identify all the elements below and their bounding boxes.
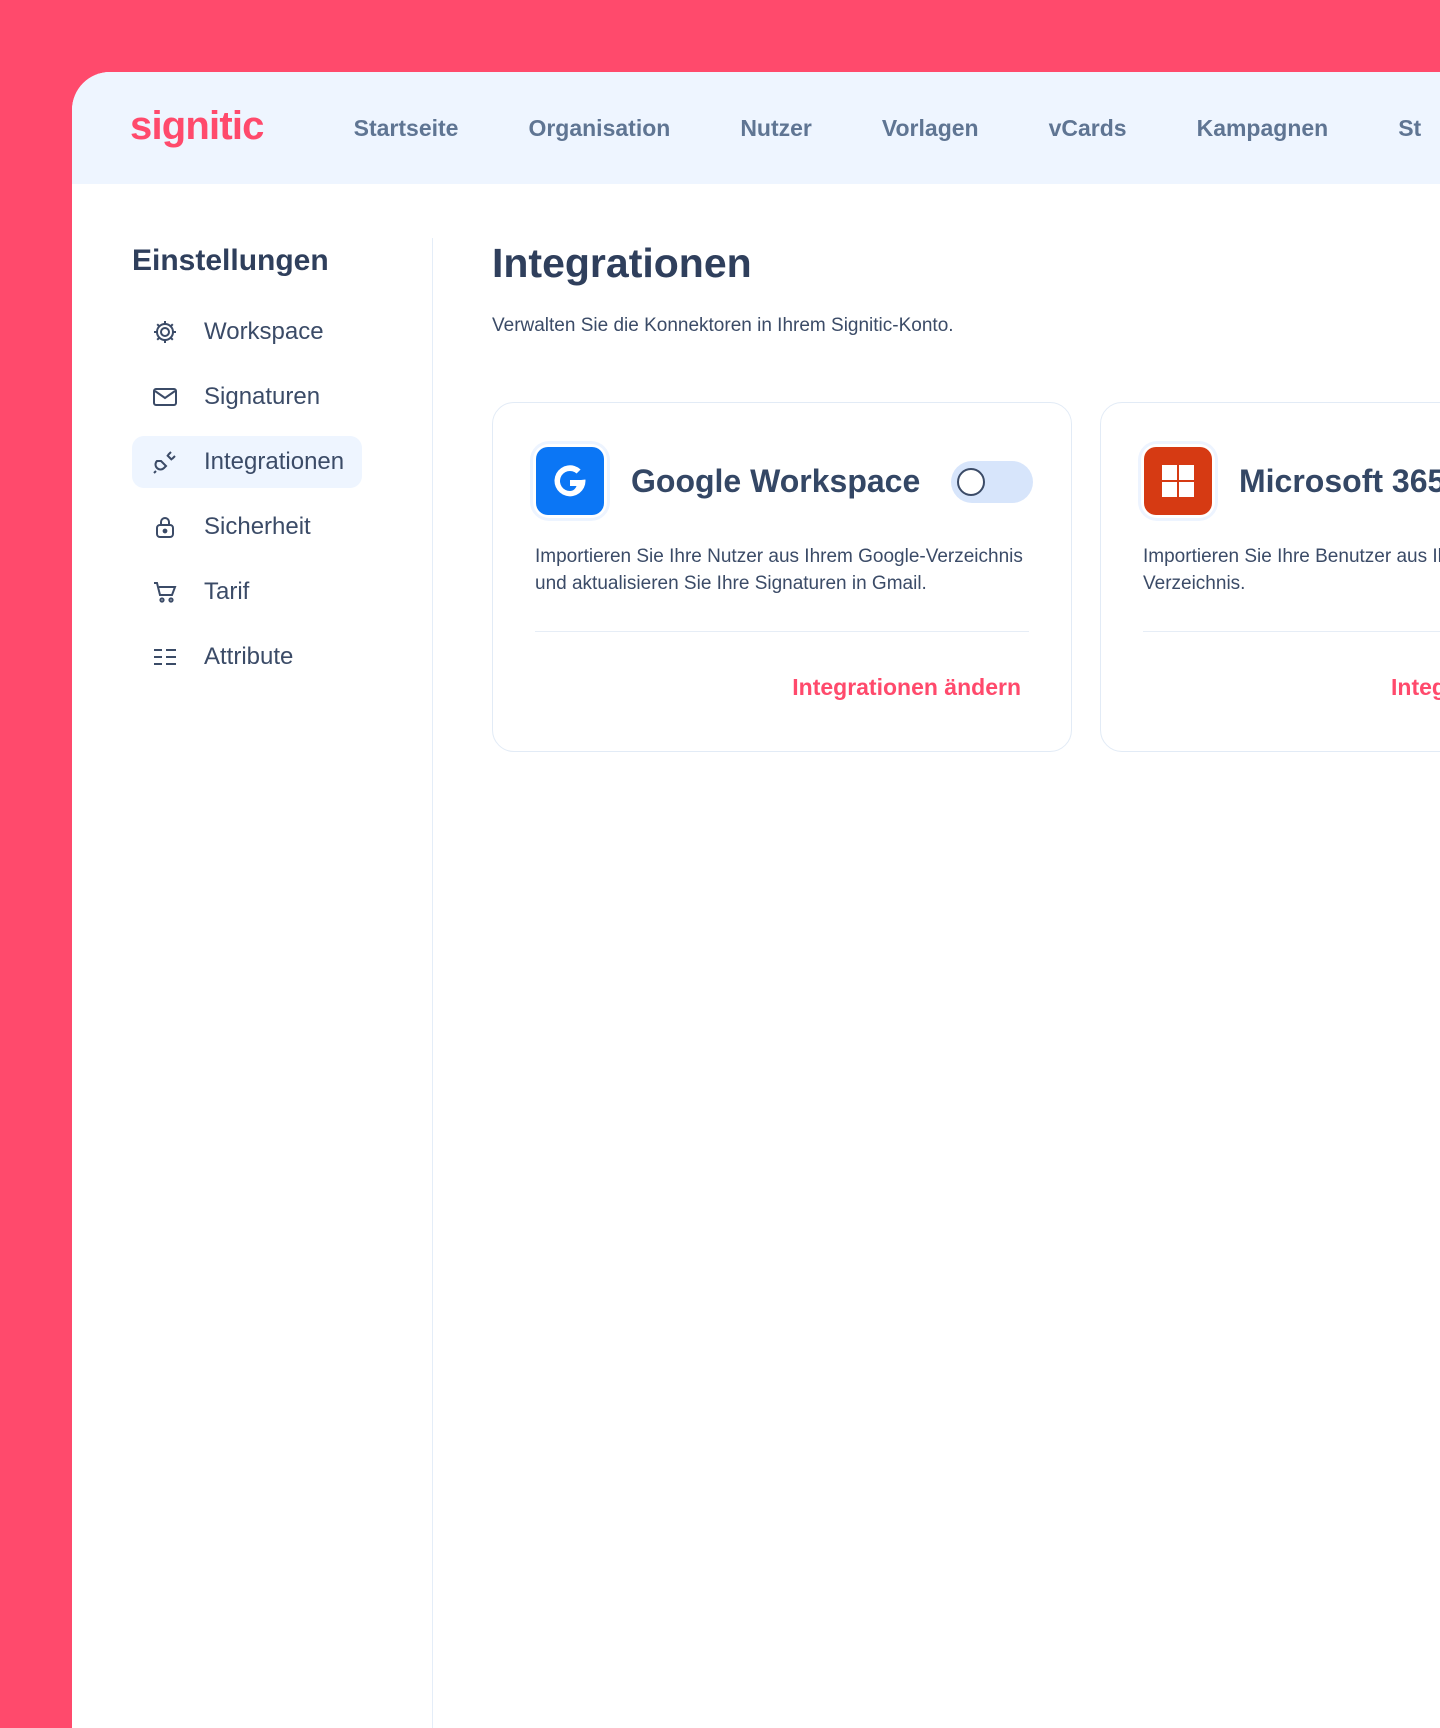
lock-icon [150, 512, 180, 542]
google-g-icon [536, 447, 604, 515]
main-nav: Startseite Organisation Nutzer Vorlagen … [354, 115, 1422, 142]
mail-icon [150, 382, 180, 412]
card-title-google-workspace: Google Workspace [631, 462, 921, 499]
brand-name: signitic [130, 104, 264, 148]
google-workspace-card: Google Workspace Importieren Sie Ihre Nu… [492, 402, 1072, 752]
sidebar-item-workspace[interactable]: Workspace [132, 306, 362, 358]
sidebar-item-label-workspace: Workspace [204, 318, 324, 345]
card-header: Microsoft 365 [1141, 443, 1440, 519]
sidebar-item-attribute[interactable]: Attribute [132, 631, 362, 683]
page-subtitle: Verwalten Sie die Konnektoren in Ihrem S… [492, 315, 954, 336]
sidebar-item-label-integrationen: Integrationen [204, 448, 345, 475]
integration-cards: Google Workspace Importieren Sie Ihre Nu… [492, 402, 1440, 752]
list-icon [150, 642, 180, 672]
nav-item-organisation[interactable]: Organisation [528, 115, 670, 142]
sidebar-item-label-tarif: Tarif [204, 578, 250, 605]
card-separator [535, 631, 1029, 632]
plug-icon [150, 447, 180, 477]
nav-item-vcards[interactable]: vCards [1049, 115, 1127, 142]
top-navigation: signitic Startseite Organisation Nutzer … [72, 72, 1440, 184]
google-workspace-toggle[interactable] [951, 461, 1033, 503]
card-description-microsoft-365: Importieren Sie Ihre Benutzer aus Ihrem … [1143, 546, 1440, 594]
sidebar-item-label-attribute: Attribute [204, 643, 294, 670]
settings-content: Einstellungen Workspace Signaturen Integ… [72, 184, 1440, 1728]
gear-icon [150, 317, 180, 347]
card-description-google-workspace: Importieren Sie Ihre Nutzer aus Ihrem Go… [535, 546, 1023, 594]
toggle-knob [957, 468, 985, 496]
sidebar-item-label-sicherheit: Sicherheit [204, 513, 311, 540]
nav-item-startseite[interactable]: Startseite [354, 115, 459, 142]
signitic-logo[interactable]: signitic [130, 104, 264, 148]
settings-divider [432, 238, 433, 1728]
microsoft-365-card: Microsoft 365 Importieren Sie Ihre Benut… [1100, 402, 1440, 752]
card-title-microsoft-365: Microsoft 365 [1239, 462, 1440, 499]
integrations-panel: Integrationen Verwalten Sie die Konnekto… [492, 240, 1440, 752]
sidebar-item-integrationen[interactable]: Integrationen [132, 436, 362, 488]
cart-icon [150, 577, 180, 607]
microsoft-windows-icon [1144, 447, 1212, 515]
sidebar-item-signaturen[interactable]: Signaturen [132, 371, 362, 423]
settings-sidebar: Einstellungen Workspace Signaturen Integ… [132, 244, 422, 696]
card-separator [1143, 631, 1440, 632]
nav-item-nutzer[interactable]: Nutzer [740, 115, 812, 142]
sidebar-item-sicherheit[interactable]: Sicherheit [132, 501, 362, 553]
app-window: signitic Startseite Organisation Nutzer … [72, 72, 1440, 1728]
microsoft-logo [1141, 444, 1215, 518]
nav-item-vorlagen[interactable]: Vorlagen [882, 115, 979, 142]
sidebar-item-label-signaturen: Signaturen [204, 383, 321, 410]
sidebar-title: Einstellungen [132, 244, 329, 277]
google-logo [533, 444, 607, 518]
google-workspace-change-integration-link[interactable]: Integrationen ändern [792, 674, 1021, 701]
nav-item-truncated[interactable]: St [1398, 115, 1421, 142]
card-header: Google Workspace [533, 443, 1033, 519]
page-title: Integrationen [492, 240, 752, 286]
microsoft-365-change-integration-link[interactable]: Integrationen ändern [1391, 674, 1440, 701]
sidebar-item-tarif[interactable]: Tarif [132, 566, 362, 618]
nav-item-kampagnen[interactable]: Kampagnen [1197, 115, 1329, 142]
